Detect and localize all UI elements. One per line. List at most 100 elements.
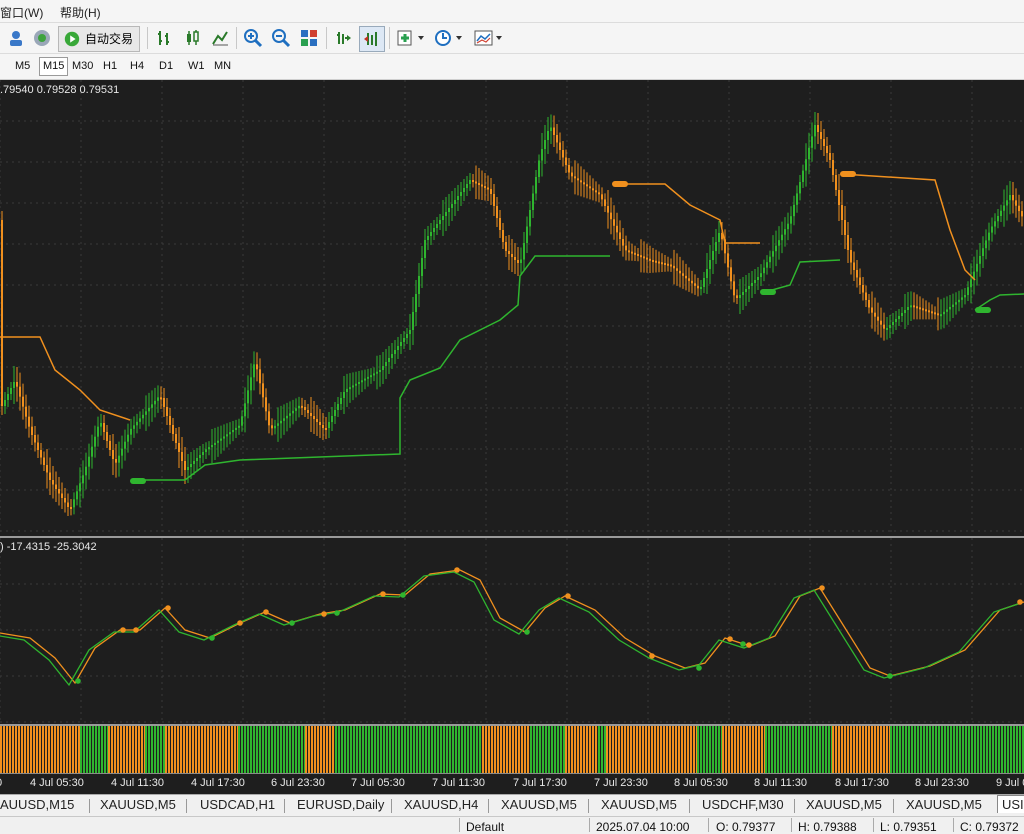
- candle: [55, 484, 57, 489]
- candle: [124, 441, 126, 449]
- signal-marker: [612, 181, 628, 187]
- menu-window[interactable]: 窗口(W): [0, 4, 43, 21]
- auto-trading-button[interactable]: 自动交易: [58, 26, 141, 52]
- histogram-bar: [83, 726, 85, 773]
- candle: [118, 455, 120, 463]
- candle: [700, 287, 702, 289]
- chart-tab[interactable]: USDCAD,H1: [200, 797, 275, 812]
- histogram-bar: [749, 726, 751, 773]
- menu-help[interactable]: 帮助(H): [60, 4, 101, 21]
- autoscroll-icon[interactable]: [359, 26, 385, 52]
- candle: [325, 428, 327, 430]
- candle: [76, 491, 78, 500]
- candle: [529, 210, 531, 227]
- candle: [160, 397, 162, 400]
- bar-chart-icon[interactable]: [152, 26, 176, 50]
- candle: [274, 425, 276, 429]
- candle: [439, 220, 441, 224]
- chart-tab[interactable]: AUUSD,M15: [0, 797, 74, 812]
- indicators-dropdown-icon[interactable]: [394, 26, 428, 50]
- timeframe-d1[interactable]: D1: [156, 58, 176, 75]
- candle: [607, 206, 609, 213]
- candle: [412, 312, 414, 330]
- candle: [922, 308, 924, 311]
- chart-tab[interactable]: XAUUSD,M5: [601, 797, 677, 812]
- timeframe-w1[interactable]: W1: [185, 58, 208, 75]
- histogram-bar: [798, 726, 800, 773]
- account-icon[interactable]: [4, 26, 28, 50]
- timeframe-m30[interactable]: M30: [69, 58, 96, 75]
- timeframe-m5[interactable]: M5: [12, 58, 33, 75]
- histogram-bar: [434, 726, 436, 773]
- candle: [967, 287, 969, 295]
- candle: [472, 180, 474, 182]
- candle: [679, 270, 681, 274]
- candle: [205, 449, 207, 452]
- candle: [298, 405, 300, 409]
- tile-windows-icon[interactable]: [297, 26, 321, 50]
- periods-dropdown-icon[interactable]: [432, 26, 466, 50]
- candle: [898, 316, 900, 319]
- oscillator-pane[interactable]: ) -17.4315 -25.3042: [0, 538, 1024, 724]
- timeframe-m15[interactable]: M15: [39, 57, 69, 76]
- zoom-in-icon[interactable]: [241, 26, 265, 50]
- histogram-bar: [253, 726, 255, 773]
- status-profile[interactable]: Default: [466, 820, 504, 834]
- candlestick-chart-icon[interactable]: [180, 26, 204, 50]
- chart-tab[interactable]: XAUUSD,M5: [100, 797, 176, 812]
- histogram-bar: [825, 726, 827, 773]
- histogram-bar: [905, 726, 907, 773]
- candle: [94, 436, 96, 447]
- histogram-bar: [168, 726, 170, 773]
- time-tick: 0: [0, 777, 2, 789]
- line-chart-icon[interactable]: [208, 26, 232, 50]
- candle: [13, 382, 15, 388]
- histogram-bar: [410, 726, 412, 773]
- histogram-bar: [822, 726, 824, 773]
- candle: [16, 382, 18, 387]
- chart-tab[interactable]: XAUUSD,H4: [404, 797, 478, 812]
- chart-shift-icon[interactable]: [331, 26, 355, 50]
- chart-tab-active[interactable]: USI: [997, 795, 1024, 813]
- candle: [433, 228, 435, 232]
- time-tick: 4 Jul 17:30: [191, 777, 245, 789]
- candle: [37, 442, 39, 450]
- chart-window[interactable]: .79540 0.79528 0.79531 ) -17.4315 -25.30…: [0, 80, 1024, 793]
- histogram-bar: [163, 726, 165, 773]
- candle: [694, 283, 696, 286]
- cross-dot: [334, 610, 340, 616]
- signal-icon[interactable]: [30, 26, 54, 50]
- templates-dropdown-icon[interactable]: [472, 26, 506, 50]
- timeframe-h1[interactable]: H1: [100, 58, 120, 75]
- chart-tab[interactable]: XAUUSD,M5: [906, 797, 982, 812]
- histogram-bar: [482, 726, 484, 773]
- candle: [994, 221, 996, 227]
- histogram-bar: [956, 726, 958, 773]
- chart-tab[interactable]: XAUUSD,M5: [501, 797, 577, 812]
- histogram-pane[interactable]: [0, 726, 1024, 773]
- candle: [895, 319, 897, 322]
- histogram-bar: [283, 726, 285, 773]
- price-pane[interactable]: .79540 0.79528 0.79531: [0, 80, 1024, 536]
- candle: [319, 422, 321, 425]
- candle: [625, 245, 627, 251]
- timeframe-mn[interactable]: MN: [211, 58, 234, 75]
- histogram-bar: [338, 726, 340, 773]
- chart-tab[interactable]: USDCHF,M30: [702, 797, 784, 812]
- histogram-bar: [231, 726, 233, 773]
- candle: [220, 438, 222, 441]
- histogram-bar: [126, 726, 128, 773]
- histogram-bar: [962, 726, 964, 773]
- histogram-bar: [968, 726, 970, 773]
- histogram-bar: [586, 726, 588, 773]
- chart-tab[interactable]: EURUSD,Daily: [297, 797, 384, 812]
- candle: [280, 420, 282, 424]
- candle: [142, 414, 144, 419]
- zoom-out-icon[interactable]: [269, 26, 293, 50]
- candle: [754, 280, 756, 283]
- chart-tab[interactable]: XAUUSD,M5: [806, 797, 882, 812]
- timeframe-h4[interactable]: H4: [127, 58, 147, 75]
- candle: [868, 300, 870, 308]
- candle: [49, 472, 51, 480]
- candle: [907, 307, 909, 310]
